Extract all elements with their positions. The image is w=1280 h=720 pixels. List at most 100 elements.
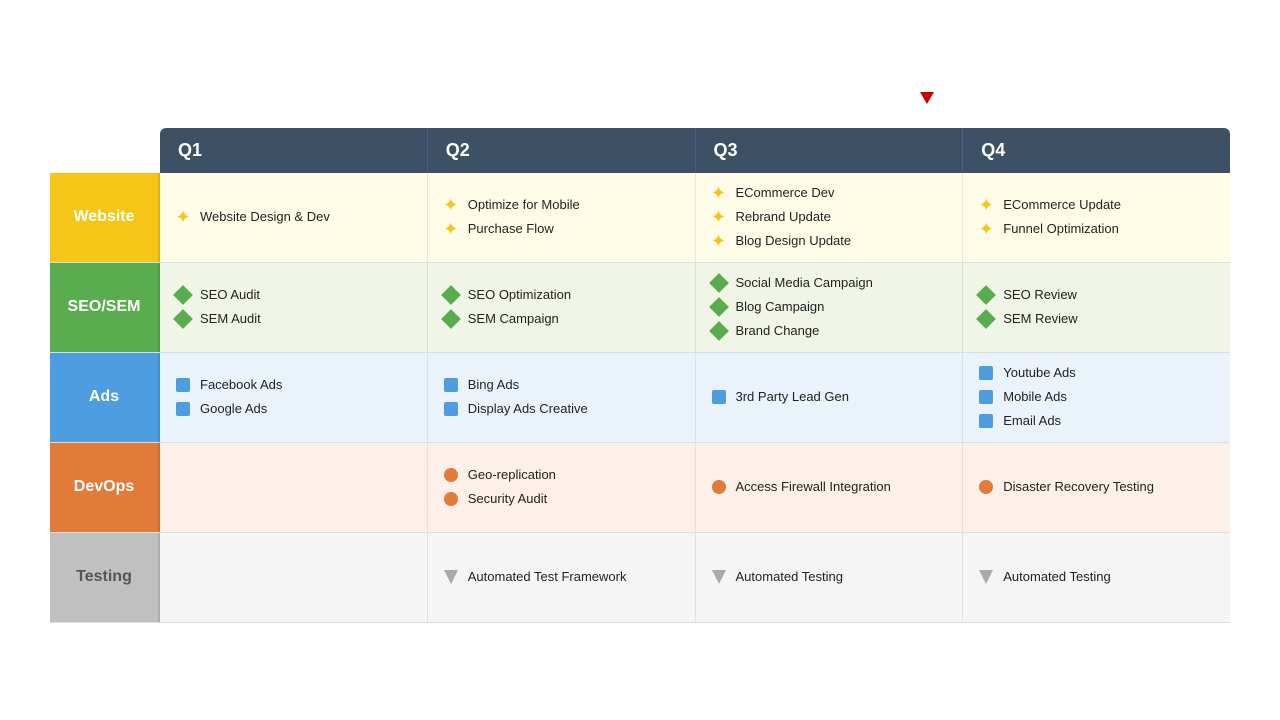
gear-icon xyxy=(710,208,728,226)
task-item: 3rd Party Lead Gen xyxy=(710,388,949,406)
cell-testing-q4: Automated Testing xyxy=(963,533,1230,622)
cell-seosem-q2: SEO Optimization SEM Campaign xyxy=(428,263,696,352)
cell-devops-q1 xyxy=(160,443,428,532)
diamond-icon xyxy=(709,297,729,317)
row-label-devops: DevOps xyxy=(50,443,160,532)
task-text: 3rd Party Lead Gen xyxy=(736,389,849,406)
task-item: Geo-replication xyxy=(442,466,681,484)
cell-website-q4: ECommerce Update Funnel Optimization xyxy=(963,173,1230,262)
gear-icon xyxy=(442,220,460,238)
diamond-icon-wrap xyxy=(442,310,460,328)
square-icon xyxy=(979,390,993,404)
circle-icon xyxy=(444,468,458,482)
cell-seosem-q4: SEO ReviewSEM Review xyxy=(963,263,1230,352)
task-text: SEO Optimization xyxy=(468,287,571,304)
today-marker xyxy=(920,90,934,104)
task-item: SEM Campaign xyxy=(442,310,681,328)
circle-icon xyxy=(979,480,993,494)
diamond-icon-wrap xyxy=(710,298,728,316)
task-item: Website Design & Dev xyxy=(174,208,413,226)
roadmap-container: Q1Q2Q3Q4 WebsiteWebsite Design & DevOpti… xyxy=(50,128,1230,623)
task-item: SEM Review xyxy=(977,310,1216,328)
quarter-label-q2: Q2 xyxy=(428,128,696,173)
cell-ads-q4: Youtube Ads Mobile Ads Email Ads xyxy=(963,353,1230,442)
diamond-icon-wrap xyxy=(977,286,995,304)
diamond-icon-wrap xyxy=(710,274,728,292)
circle-icon-wrap xyxy=(710,478,728,496)
row-seosem: SEO/SEM SEO Audit SEM Audit SEO Optimizatio… xyxy=(50,263,1230,353)
task-item: Mobile Ads xyxy=(977,388,1216,406)
row-testing: Testing Automated Test Framework Automated… xyxy=(50,533,1230,623)
gear-icon xyxy=(977,220,995,238)
shield-icon-wrap xyxy=(710,568,728,586)
diamond-icon xyxy=(976,309,996,329)
task-text: Purchase Flow xyxy=(468,221,554,238)
task-text: ECommerce Update xyxy=(1003,197,1121,214)
gear-icon xyxy=(442,196,460,214)
task-item: Bing Ads xyxy=(442,376,681,394)
row-label-seosem: SEO/SEM xyxy=(50,263,160,352)
cell-seosem-q3: Social Media Campaign Blog Campaign Brand … xyxy=(696,263,964,352)
shield-icon xyxy=(444,570,458,584)
cell-website-q3: ECommerce DevRebrand UpdateBlog Design U… xyxy=(696,173,964,262)
diamond-icon-wrap xyxy=(174,310,192,328)
task-text: Bing Ads xyxy=(468,377,519,394)
task-text: Funnel Optimization xyxy=(1003,221,1119,238)
diamond-icon xyxy=(173,309,193,329)
quarter-label-q4: Q4 xyxy=(963,128,1230,173)
diamond-icon-wrap xyxy=(710,322,728,340)
task-text: Social Media Campaign xyxy=(736,275,873,292)
task-text: SEO Audit xyxy=(200,287,260,304)
circle-icon-wrap xyxy=(442,490,460,508)
row-ads: AdsFacebook AdsGoogle AdsBing AdsDisplay… xyxy=(50,353,1230,443)
task-item: SEM Audit xyxy=(174,310,413,328)
cell-seosem-q1: SEO Audit SEM Audit xyxy=(160,263,428,352)
square-icon xyxy=(444,402,458,416)
shield-icon-wrap xyxy=(442,568,460,586)
diamond-icon xyxy=(173,285,193,305)
task-item: Automated Testing xyxy=(977,568,1216,586)
square-icon xyxy=(176,402,190,416)
gear-icon xyxy=(710,232,728,250)
row-label-testing: Testing xyxy=(50,533,160,622)
gear-icon xyxy=(710,184,728,202)
task-item: Automated Test Framework xyxy=(442,568,681,586)
square-icon xyxy=(176,378,190,392)
task-text: Access Firewall Integration xyxy=(736,479,891,496)
circle-icon xyxy=(444,492,458,506)
square-icon-wrap xyxy=(174,376,192,394)
square-icon xyxy=(712,390,726,404)
cell-ads-q3: 3rd Party Lead Gen xyxy=(696,353,964,442)
diamond-icon-wrap xyxy=(174,286,192,304)
square-icon-wrap xyxy=(710,388,728,406)
task-text: Geo-replication xyxy=(468,467,556,484)
diamond-icon xyxy=(976,285,996,305)
task-text: Blog Design Update xyxy=(736,233,852,250)
task-item: Youtube Ads xyxy=(977,364,1216,382)
task-text: Website Design & Dev xyxy=(200,209,330,226)
square-icon xyxy=(979,414,993,428)
cell-testing-q2: Automated Test Framework xyxy=(428,533,696,622)
circle-icon-wrap xyxy=(977,478,995,496)
task-item: SEO Optimization xyxy=(442,286,681,304)
task-text: Brand Change xyxy=(736,323,820,340)
square-icon xyxy=(979,366,993,380)
shield-icon xyxy=(979,570,993,584)
row-data-seosem: SEO Audit SEM Audit SEO Optimization SEM Ca… xyxy=(160,263,1230,352)
square-icon-wrap xyxy=(977,364,995,382)
task-item: Google Ads xyxy=(174,400,413,418)
task-text: Optimize for Mobile xyxy=(468,197,580,214)
task-item: Access Firewall Integration xyxy=(710,478,949,496)
task-item: SEO Audit xyxy=(174,286,413,304)
square-icon-wrap xyxy=(977,388,995,406)
task-text: ECommerce Dev xyxy=(736,185,835,202)
task-item: Optimize for Mobile xyxy=(442,196,681,214)
cell-devops-q2: Geo-replication Security Audit xyxy=(428,443,696,532)
quarter-header: Q1Q2Q3Q4 xyxy=(160,128,1230,173)
task-item: Blog Campaign xyxy=(710,298,949,316)
gear-icon xyxy=(977,196,995,214)
shield-icon xyxy=(712,570,726,584)
task-text: Email Ads xyxy=(1003,413,1061,430)
task-item: Social Media Campaign xyxy=(710,274,949,292)
task-item: Security Audit xyxy=(442,490,681,508)
